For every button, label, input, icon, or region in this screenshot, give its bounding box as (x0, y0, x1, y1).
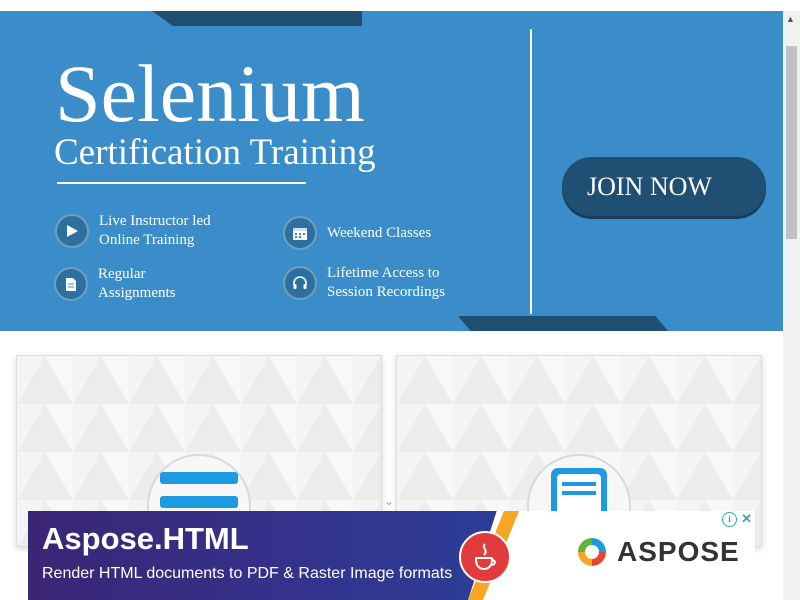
banner-title: Selenium (55, 48, 365, 139)
ad-brand: ASPOSE (617, 536, 740, 567)
join-now-button[interactable]: JOIN NOW (562, 157, 766, 216)
info-icon[interactable]: i (722, 512, 737, 527)
ad-title: Aspose.HTML (42, 521, 249, 556)
scrollbar-thumb[interactable] (786, 46, 797, 239)
calendar-icon (283, 216, 317, 250)
ad-banner[interactable]: Aspose.HTML Render HTML documents to PDF… (28, 511, 755, 600)
banner-subtitle: Certification Training (54, 132, 376, 173)
ad-subtitle: Render HTML documents to PDF & Raster Im… (42, 565, 453, 582)
feature-label: Lifetime Access to Session Recordings (327, 265, 445, 300)
banner-divider (530, 29, 532, 314)
banner-bottom-ribbon (458, 316, 668, 331)
close-icon[interactable]: ✕ (741, 511, 752, 527)
feature-assignments: Regular Assignments (54, 265, 176, 303)
feature-label: Regular Assignments (98, 266, 176, 301)
feature-label: Weekend Classes (327, 224, 432, 241)
banner-underline (57, 182, 306, 184)
feature-live-training: Live Instructor led Online Training (55, 212, 211, 250)
java-icon (459, 531, 511, 583)
feature-lifetime-access: Lifetime Access to Session Recordings (283, 264, 445, 302)
aspose-logo: ASPOSE (575, 535, 740, 569)
banner-top-ribbon (152, 11, 362, 26)
play-icon (55, 214, 89, 248)
scroll-up-arrow-icon[interactable]: ▲ (786, 14, 795, 24)
chevron-down-icon[interactable]: ⌄ (384, 494, 394, 508)
document-icon (54, 267, 88, 301)
feature-weekend-classes: Weekend Classes (283, 216, 431, 250)
aspose-logo-icon (578, 538, 606, 566)
feature-label: Live Instructor led Online Training (99, 213, 211, 248)
headphones-icon (283, 266, 317, 300)
